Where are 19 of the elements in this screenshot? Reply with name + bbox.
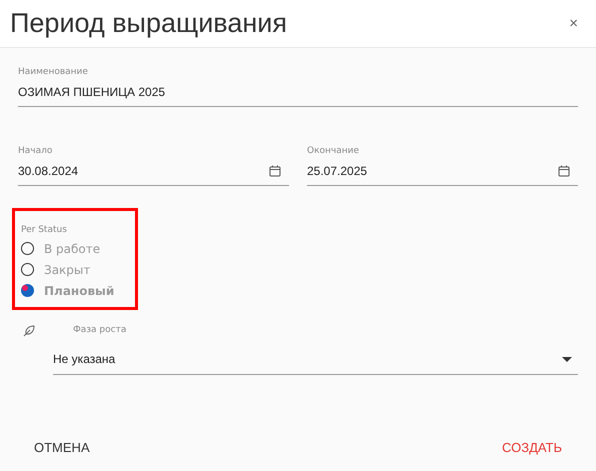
calendar-icon[interactable] bbox=[269, 165, 281, 177]
field-label: Окончание bbox=[307, 146, 360, 156]
leaf-icon bbox=[23, 324, 36, 337]
dropdown-caret-icon bbox=[562, 356, 572, 362]
dropdown-field[interactable]: Не указана bbox=[53, 342, 578, 375]
radio-button[interactable] bbox=[21, 284, 34, 297]
group-label: Per Status bbox=[21, 225, 67, 235]
calendar-icon[interactable] bbox=[558, 165, 570, 177]
text-button[interactable]: ОТМЕНА bbox=[34, 440, 90, 455]
close-button[interactable]: × bbox=[567, 15, 580, 32]
field-label: Начало bbox=[18, 146, 54, 156]
dialog-title: Период выращивания bbox=[10, 8, 287, 39]
text-button[interactable]: СОЗДАТЬ bbox=[502, 440, 562, 455]
date-input[interactable]: 30.08.2024 bbox=[18, 164, 78, 178]
name-field[interactable]: Наименование ОЗИМАЯ ПШЕНИЦА 2025 bbox=[18, 67, 578, 107]
date-input[interactable]: 25.07.2025 bbox=[307, 164, 368, 178]
radio-button[interactable] bbox=[21, 263, 34, 276]
radio-button[interactable] bbox=[21, 242, 34, 255]
field-label: Фаза роста bbox=[73, 325, 128, 337]
